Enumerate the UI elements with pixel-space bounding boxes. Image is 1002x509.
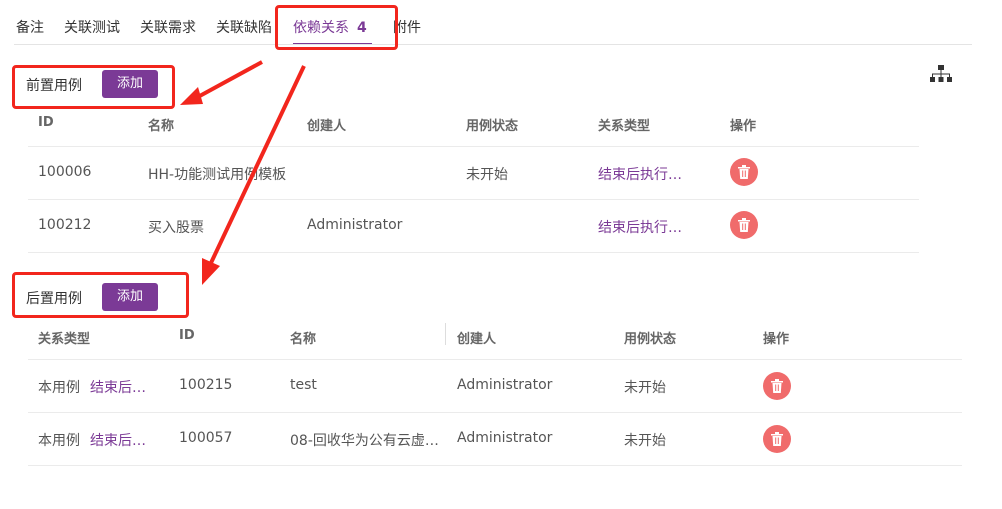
annotation-arrow-to-post [202,65,306,285]
annotation-arrows [180,60,306,285]
annotation-arrow-to-pre [180,60,263,105]
